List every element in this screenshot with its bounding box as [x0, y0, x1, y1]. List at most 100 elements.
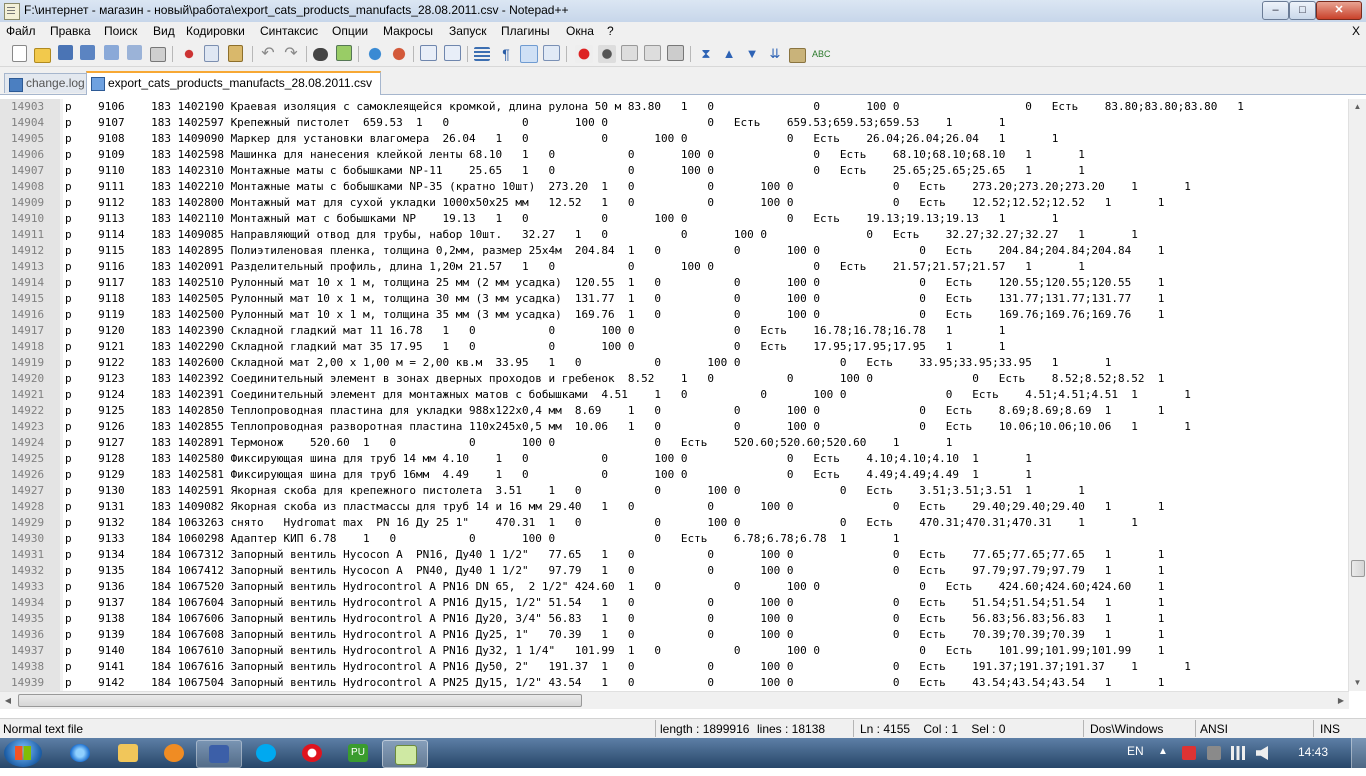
line-text[interactable]: р 9121 183 1402290 Складной гладкий мат … [65, 339, 1005, 355]
record-macro-icon[interactable] [575, 45, 593, 63]
editor-line[interactable]: 14914 р 9117 183 1402510 Рулонный мат 10 … [0, 275, 1342, 291]
notepad-plus-plus-icon[interactable] [4, 3, 20, 20]
editor-line[interactable]: 14938 р 9141 184 1067616 Запорный вентиль… [0, 659, 1342, 675]
language-indicator[interactable]: EN [1127, 744, 1144, 774]
line-text[interactable]: р 9120 183 1402390 Складной гладкий мат … [65, 323, 1005, 339]
taskbar-media-player[interactable] [152, 740, 196, 766]
taskbar-file-explorer[interactable] [106, 740, 150, 766]
collapse-icon[interactable]: ⇊ [766, 45, 784, 63]
line-text[interactable]: р 9114 183 1409085 Направляющий отвод дл… [65, 227, 1138, 243]
line-text[interactable]: р 9117 183 1402510 Рулонный мат 10 х 1 м… [65, 275, 1164, 291]
tab-change-log[interactable]: change.log [4, 73, 94, 93]
line-text[interactable]: р 9115 183 1402895 Полиэтиленовая пленка… [65, 243, 1164, 259]
line-text[interactable]: р 9135 184 1067412 Запорный вентиль Hyco… [65, 563, 1164, 579]
editor-line[interactable]: 14932 р 9135 184 1067412 Запорный вентиль… [0, 563, 1342, 579]
editor-line[interactable]: 14931 р 9134 184 1067312 Запорный вентиль… [0, 547, 1342, 563]
scroll-up-arrow[interactable]: ▲ [1349, 99, 1366, 115]
show-all-characters-icon[interactable]: ¶ [497, 45, 515, 63]
menu-windows[interactable]: Окна [566, 24, 594, 38]
fold-all-icon[interactable]: ⧗ [697, 45, 715, 63]
scroll-right-arrow[interactable]: ▶ [1333, 692, 1349, 709]
editor-line[interactable]: 14928 р 9131 183 1409082 Якорная скоба из… [0, 499, 1342, 515]
menu-encoding[interactable]: Кодировки [186, 24, 245, 38]
editor-line[interactable]: 14925 р 9128 183 1402580 Фиксирующая шина… [0, 451, 1342, 467]
line-text[interactable]: р 9125 183 1402850 Теплопроводная пласти… [65, 403, 1164, 419]
spell-check-icon[interactable]: ABC [812, 45, 831, 63]
tab-export-csv[interactable]: export_cats_products_manufacts_28.08.201… [86, 71, 381, 95]
editor-line[interactable]: 14924 р 9127 183 1402891 Термонож 520.60 … [0, 435, 1342, 451]
replace-icon[interactable] [336, 45, 352, 61]
menu-search[interactable]: Поиск [104, 24, 137, 38]
play-macro-icon[interactable] [621, 45, 638, 61]
zoom-in-icon[interactable] [366, 45, 384, 63]
line-text[interactable]: р 9130 183 1402591 Якорная скоба для кре… [65, 483, 1085, 499]
redo-icon[interactable]: ↷ [282, 45, 300, 63]
save-icon[interactable] [58, 45, 73, 60]
editor-line[interactable]: 14907 р 9110 183 1402310 Монтажные маты с… [0, 163, 1342, 179]
editor-line[interactable]: 14905 р 9108 183 1409090 Маркер для устан… [0, 131, 1342, 147]
taskbar-save-app[interactable] [196, 740, 242, 768]
editor-line[interactable]: 14913 р 9116 183 1402091 Разделительный п… [0, 259, 1342, 275]
editor-line[interactable]: 14921 р 9124 183 1402391 Соединительный э… [0, 387, 1342, 403]
line-text[interactable]: р 9139 184 1067608 Запорный вентиль Hydr… [65, 627, 1164, 643]
editor-line[interactable]: 14923 р 9126 183 1402855 Теплопроводная р… [0, 419, 1342, 435]
editor-line[interactable]: 14929 р 9132 184 1063263 снято Hydromat m… [0, 515, 1342, 531]
indent-guide-icon[interactable] [520, 45, 538, 63]
editor-line[interactable]: 14922 р 9125 183 1402850 Теплопроводная п… [0, 403, 1342, 419]
clock[interactable]: 14:43 [1298, 745, 1328, 775]
vertical-scroll-thumb[interactable] [1351, 560, 1365, 577]
line-text[interactable]: р 9140 184 1067610 Запорный вентиль Hydr… [65, 643, 1164, 659]
editor-line[interactable]: 14927 р 9130 183 1402591 Якорная скоба дл… [0, 483, 1342, 499]
stop-record-icon[interactable] [598, 45, 616, 63]
line-text[interactable]: р 9131 183 1409082 Якорная скоба из плас… [65, 499, 1164, 515]
show-desktop-button[interactable] [1351, 738, 1366, 768]
show-hidden-icons-icon[interactable]: ▲ [1158, 746, 1168, 776]
word-wrap-icon[interactable] [474, 47, 490, 61]
move-up-icon[interactable]: ▲ [720, 45, 738, 63]
menu-help[interactable]: ? [607, 24, 614, 38]
line-text[interactable]: р 9122 183 1402600 Складной мат 2,00 х 1… [65, 355, 1111, 371]
editor-line[interactable]: 14919 р 9122 183 1402600 Складной мат 2,0… [0, 355, 1342, 371]
minimize-button[interactable]: ‒ [1262, 1, 1289, 20]
line-text[interactable]: р 9113 183 1402110 Монтажный мат с бобыш… [65, 211, 1058, 227]
line-text[interactable]: р 9123 183 1402392 Соединительный элемен… [65, 371, 1164, 387]
editor-line[interactable]: 14926 р 9129 183 1402581 Фиксирующая шина… [0, 467, 1342, 483]
volume-icon[interactable] [1256, 746, 1268, 760]
line-text[interactable]: р 9109 183 1402598 Машинка для нанесения… [65, 147, 1085, 163]
new-file-icon[interactable] [12, 45, 27, 62]
menu-edit[interactable]: Правка [50, 24, 91, 38]
line-text[interactable]: р 9129 183 1402581 Фиксирующая шина для … [65, 467, 1032, 483]
line-text[interactable]: р 9116 183 1402091 Разделительный профил… [65, 259, 1085, 275]
horizontal-scrollbar[interactable]: ◀ ▶ [0, 691, 1349, 709]
zoom-out-icon[interactable] [390, 45, 408, 63]
line-text[interactable]: р 9118 183 1402505 Рулонный мат 10 х 1 м… [65, 291, 1164, 307]
save-all-icon[interactable] [80, 45, 95, 60]
sync-horizontal-icon[interactable] [444, 45, 461, 61]
editor-line[interactable]: 14915 р 9118 183 1402505 Рулонный мат 10 … [0, 291, 1342, 307]
taskbar-notepad-plus-plus[interactable] [382, 740, 428, 768]
menu-run[interactable]: Запуск [449, 24, 487, 38]
scroll-left-arrow[interactable]: ◀ [0, 692, 16, 709]
open-file-icon[interactable] [34, 48, 51, 63]
line-text[interactable]: р 9128 183 1402580 Фиксирующая шина для … [65, 451, 1032, 467]
close-document-button[interactable]: X [1352, 24, 1360, 38]
line-text[interactable]: р 9127 183 1402891 Термонож 520.60 1 0 0… [65, 435, 952, 451]
editor-line[interactable]: 14911 р 9114 183 1409085 Направляющий отв… [0, 227, 1342, 243]
line-text[interactable]: р 9111 183 1402210 Монтажные маты с бобы… [65, 179, 1191, 195]
editor-line[interactable]: 14906 р 9109 183 1402598 Машинка для нане… [0, 147, 1342, 163]
editor-line[interactable]: 14910 р 9113 183 1402110 Монтажный мат с … [0, 211, 1342, 227]
editor-line[interactable]: 14903 р 9106 183 1402190 Краевая изоляция… [0, 99, 1342, 115]
line-text[interactable]: р 9108 183 1409090 Маркер для установки … [65, 131, 1058, 147]
editor-line[interactable]: 14912 р 9115 183 1402895 Полиэтиленовая п… [0, 243, 1342, 259]
editor-line[interactable]: 14933 р 9136 184 1067520 Запорный вентиль… [0, 579, 1342, 595]
line-text[interactable]: р 9137 184 1067604 Запорный вентиль Hydr… [65, 595, 1164, 611]
line-text[interactable]: р 9112 183 1402800 Монтажный мат для сух… [65, 195, 1164, 211]
text-editor[interactable]: 14903 р 9106 183 1402190 Краевая изоляция… [0, 99, 1366, 691]
menu-syntax[interactable]: Синтаксис [260, 24, 318, 38]
bookmark-icon[interactable] [789, 48, 806, 63]
scroll-down-arrow[interactable]: ▼ [1349, 675, 1366, 691]
menu-options[interactable]: Опции [332, 24, 368, 38]
taskbar-pu-app[interactable]: PU [336, 740, 380, 766]
close-icon[interactable] [104, 45, 119, 60]
line-text[interactable]: р 9124 183 1402391 Соединительный элемен… [65, 387, 1191, 403]
